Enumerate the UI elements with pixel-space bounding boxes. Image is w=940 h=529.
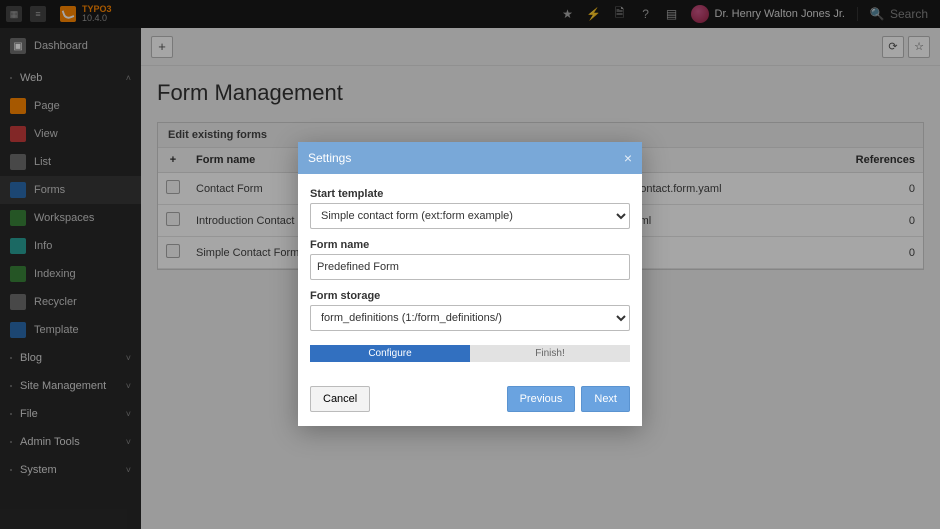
form-storage-label: Form storage [310,290,630,302]
start-template-select[interactable]: Simple contact form (ext:form example) [310,203,630,229]
modal-title: Settings [308,151,351,165]
previous-button[interactable]: Previous [507,386,576,412]
start-template-label: Start template [310,188,630,200]
modal-body: Start template Simple contact form (ext:… [298,174,642,382]
step-finish: Finish! [470,345,630,362]
next-button[interactable]: Next [581,386,630,412]
wizard-steps: Configure Finish! [310,345,630,362]
settings-modal: Settings × Start template Simple contact… [298,142,642,426]
modal-overlay: Settings × Start template Simple contact… [0,0,940,529]
field-form-name: Form name [310,239,630,280]
close-icon[interactable]: × [624,150,632,166]
form-name-label: Form name [310,239,630,251]
field-form-storage: Form storage form_definitions (1:/form_d… [310,290,630,331]
field-start-template: Start template Simple contact form (ext:… [310,188,630,229]
modal-footer: Cancel Previous Next [298,382,642,426]
form-storage-select[interactable]: form_definitions (1:/form_definitions/) [310,305,630,331]
modal-header: Settings × [298,142,642,174]
form-name-input[interactable] [310,254,630,280]
cancel-button[interactable]: Cancel [310,386,370,412]
step-configure: Configure [310,345,470,362]
